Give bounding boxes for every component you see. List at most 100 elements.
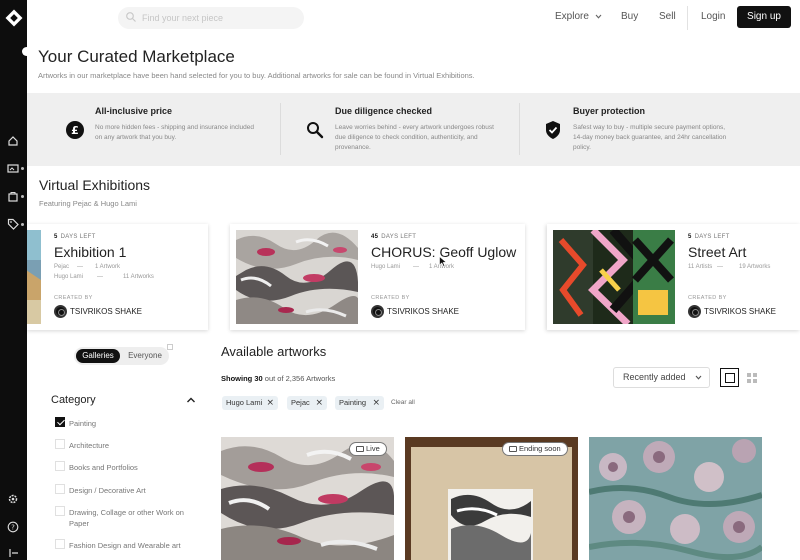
showing-count: 30 (254, 374, 263, 383)
exhibition-name[interactable]: Street Art (688, 244, 746, 260)
nav-explore[interactable]: Explore (555, 11, 602, 22)
left-sidebar-rail: ? (0, 0, 31, 560)
close-icon[interactable]: × (315, 396, 323, 410)
results-count: Showing 30 out of 2,356 Artworks (221, 374, 335, 383)
meta-separator: — (77, 264, 83, 270)
exhibition-artist: Hugo Lami (54, 274, 84, 280)
info-icon[interactable] (167, 344, 173, 350)
sort-dropdown[interactable]: Recently added (613, 367, 710, 388)
filter-chip[interactable]: Painting × (335, 396, 384, 410)
chip-label: Painting (339, 398, 367, 407)
toggle-galleries[interactable]: Galleries (76, 349, 120, 363)
checkbox[interactable] (55, 439, 65, 449)
login-link[interactable]: Login (701, 11, 725, 22)
artwork-tile[interactable] (589, 437, 762, 560)
exhibition-card[interactable]: 45 DAYS LEFT CHORUS: Geoff Uglow Hugo Lam… (230, 224, 525, 330)
bag-icon[interactable] (7, 190, 19, 202)
settings-icon[interactable] (7, 493, 19, 505)
curator-avatar (371, 305, 384, 318)
page-subtitle: Artworks in our marketplace have been ha… (38, 71, 475, 80)
showing-suffix: out of 2,356 Artworks (264, 374, 336, 383)
sort-value: Recently added (623, 372, 686, 382)
created-by-label: CREATED BY (54, 295, 93, 301)
search-bar[interactable] (118, 7, 304, 29)
days-left: 5 DAYS LEFT (688, 234, 730, 240)
brand-name[interactable]: Artscapy (31, 7, 102, 27)
single-view-button[interactable] (720, 368, 739, 387)
exhibition-name[interactable]: Exhibition 1 (54, 244, 126, 260)
checkbox[interactable] (55, 461, 65, 471)
tag-icon[interactable] (7, 218, 19, 230)
clear-all-link[interactable]: Clear all (391, 399, 415, 406)
exhibition-card[interactable]: 5 DAYS LEFT Street Art 11 Artists — 19 Ar… (547, 224, 800, 330)
nav-sell[interactable]: Sell (659, 11, 676, 22)
category-label: Architecture (69, 441, 110, 450)
search-input[interactable] (142, 10, 297, 26)
curator[interactable]: TSIVRIKOS SHAKE (54, 305, 194, 319)
category-label: Design / Decorative Art (69, 486, 146, 495)
category-label: Drawing, Collage or other Work on Paper (69, 508, 184, 528)
exhibition-thumbnail (236, 230, 358, 324)
grid-view-button[interactable] (747, 373, 757, 383)
svg-text:£: £ (71, 124, 79, 137)
curator[interactable]: TSIVRIKOS SHAKE (371, 305, 511, 319)
close-icon[interactable]: × (372, 396, 380, 410)
benefit-divider (519, 103, 520, 155)
filter-chip[interactable]: Pejac × (287, 396, 327, 410)
chevron-up-icon[interactable] (186, 396, 196, 404)
gallery-icon[interactable] (7, 162, 19, 174)
signup-button[interactable]: Sign up (737, 6, 791, 28)
nav-explore-label: Explore (555, 11, 589, 22)
ending-soon-badge: Ending soon (502, 442, 568, 456)
nav-divider (687, 6, 688, 30)
close-icon[interactable]: × (266, 396, 274, 410)
days-left-label: DAYS LEFT (694, 234, 730, 240)
filter-chip[interactable]: Hugo Lami × (222, 396, 278, 410)
checkbox[interactable] (55, 417, 65, 427)
top-navigation: Artscapy Explore Buy Sell Login Sign up (0, 0, 800, 36)
exhibition-artist: Hugo Lami (371, 264, 401, 270)
help-icon[interactable]: ? (7, 521, 19, 533)
category-filter-title[interactable]: Category (51, 394, 96, 406)
exhibition-card[interactable]: 5 DAYS LEFT Exhibition 1 Pejac — 1 Artwor… (27, 224, 208, 330)
badge-icon (356, 446, 364, 452)
chip-label: Pejac (291, 398, 310, 407)
logout-icon[interactable] (7, 547, 19, 559)
checkbox[interactable] (55, 506, 65, 516)
page-title: Your Curated Marketplace (38, 47, 235, 66)
days-left-number: 45 (371, 234, 379, 240)
exhibition-thumbnail (27, 230, 41, 324)
artscapy-logo-icon[interactable] (5, 9, 23, 27)
sidebar-collapse-handle[interactable] (22, 47, 31, 56)
days-left: 45 DAYS LEFT (371, 234, 416, 240)
curator[interactable]: TSIVRIKOS SHAKE (688, 305, 798, 319)
gallery-indicator-dot (21, 167, 24, 170)
checkbox[interactable] (55, 539, 65, 549)
created-by-label: CREATED BY (688, 295, 727, 301)
audience-toggle: Galleries Everyone (74, 347, 169, 365)
toggle-everyone[interactable]: Everyone (122, 349, 168, 363)
pound-icon: £ (65, 120, 85, 140)
checkbox[interactable] (55, 484, 65, 494)
category-label: Painting (69, 419, 97, 428)
meta-separator: — (97, 274, 103, 280)
curator-name: TSIVRIKOS SHAKE (387, 307, 460, 316)
exhibition-artwork-count: 1 Artwork (95, 264, 121, 270)
home-icon[interactable] (7, 135, 19, 147)
magnifier-icon (305, 120, 325, 140)
days-left-number: 5 (688, 234, 692, 240)
benefit-text: Leave worries behind - every artwork und… (335, 124, 494, 151)
bag-indicator-dot (21, 195, 24, 198)
chip-label: Hugo Lami (226, 398, 263, 407)
benefit-title: All-inclusive price (95, 106, 173, 116)
created-by-label: CREATED BY (371, 295, 410, 301)
showing-prefix: Showing (221, 374, 253, 383)
days-left-number: 5 (54, 234, 58, 240)
days-left-label: DAYS LEFT (381, 234, 417, 240)
exhibition-artist-count: 11 Artists (688, 264, 713, 270)
days-left-label: DAYS LEFT (60, 234, 96, 240)
svg-text:?: ? (11, 524, 15, 532)
chevron-down-icon (595, 14, 602, 19)
nav-buy[interactable]: Buy (621, 11, 638, 22)
live-badge-label: Live (366, 444, 380, 453)
